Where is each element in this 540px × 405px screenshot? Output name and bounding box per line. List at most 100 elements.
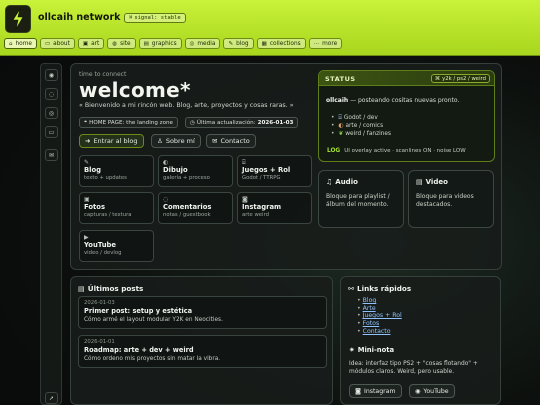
- post-excerpt: Cómo ordeno mis proyectos sin matar la v…: [84, 356, 221, 362]
- rss-icon[interactable]: ◉: [45, 69, 58, 81]
- video-panel: ▤ Video Bloque para videos destacados.: [408, 170, 494, 228]
- pencil-icon: ✎: [228, 40, 234, 47]
- link-arte[interactable]: Arte: [363, 305, 376, 312]
- tab-home[interactable]: ⌂ home: [4, 38, 37, 49]
- link-fotos[interactable]: Fotos: [363, 320, 380, 327]
- list-item: ❦weird / fanzines: [331, 130, 391, 138]
- pin-icon: ⌖: [84, 119, 88, 125]
- mini-note-title: ✷ Mini-nota: [349, 346, 395, 354]
- side-toolbar: ◉ ◌ ◎ ▭ ✉ ➚: [40, 63, 62, 405]
- homepage-chip: ⌖ HOME PAGE: the landing zone: [79, 117, 178, 128]
- tab-graphics[interactable]: ▤ graphics: [138, 38, 182, 49]
- card-youtube[interactable]: ▶ YouTube video / devlog: [79, 230, 154, 262]
- tab-site[interactable]: ◍ site: [107, 38, 136, 49]
- audio-header: ♫ Audio: [326, 178, 358, 186]
- tab-blog[interactable]: ✎ blog: [223, 38, 254, 49]
- lightning-bolt-icon[interactable]: [5, 5, 31, 33]
- dots-icon: ⋯: [313, 40, 320, 47]
- tab-collections[interactable]: ▦ collections: [256, 38, 306, 49]
- post-item[interactable]: 2026-01-03 Primer post: setup y estética…: [78, 296, 327, 329]
- update-chip: ◷ Última actualización: 2026-01-03: [185, 117, 299, 128]
- enter-blog-button[interactable]: ➜ Entrar al blog: [79, 134, 144, 148]
- status-panel: STATUS ⌘ y2k / ps2 / weird ollcaih — post…: [318, 70, 495, 162]
- list-item: ◐arte / comics: [331, 122, 391, 130]
- play-icon: ◉: [415, 387, 421, 395]
- gamepad-icon: ⌸: [338, 115, 342, 121]
- card-fotos[interactable]: ▣ Fotos capturas / textura: [79, 192, 154, 224]
- box-icon: ▦: [261, 40, 267, 47]
- card-juegos[interactable]: ⌸ Juegos + Rol Godot / TTRPG: [237, 155, 312, 187]
- card-instagram[interactable]: ◙ Instagram arte weird: [237, 192, 312, 224]
- audio-body: Bloque para playlist / álbum del momento…: [326, 193, 390, 208]
- log-tag: LOG: [327, 148, 341, 154]
- status-label: STATUS: [325, 75, 356, 83]
- post-item[interactable]: 2026-01-01 Roadmap: arte + dev + weird C…: [78, 335, 327, 368]
- posts-title: ▤ Últimos posts: [78, 284, 144, 293]
- picture-icon: ▤: [143, 40, 149, 47]
- tab-art[interactable]: ▣ art: [77, 38, 105, 49]
- post-excerpt: Cómo armé el layout modular Y2K en Neoci…: [84, 317, 223, 323]
- hero-subtitle: « Bienvenido a mi rincón web. Blog, arte…: [79, 102, 294, 109]
- status-tag: ⌘ y2k / ps2 / weird: [430, 74, 490, 83]
- youtube-button[interactable]: ◉ YouTube: [409, 384, 455, 398]
- palette-icon: ◐: [163, 159, 169, 166]
- audio-panel: ♫ Audio Bloque para playlist / álbum del …: [318, 170, 404, 228]
- id-card-icon: ▭: [44, 40, 51, 47]
- document-icon: ▤: [78, 284, 85, 293]
- signal-icon: ⌘: [434, 75, 441, 82]
- mail-icon[interactable]: ✉: [45, 149, 58, 161]
- main-nav: ⌂ home ▭ about ▣ art ◍ site ▤ graphics ◎ media…: [4, 38, 343, 49]
- video-body: Bloque para videos destacados.: [416, 193, 474, 208]
- gamepad-icon: ⌸: [242, 159, 246, 166]
- card-blog[interactable]: ✎ Blog texto + updates: [79, 155, 154, 187]
- post-title: Roadmap: arte + dev + weird: [84, 346, 194, 354]
- mini-note-body: Idea: interfaz tipo PS2 + "cosas flotand…: [349, 361, 478, 375]
- post-title: Primer post: setup y estética: [84, 307, 193, 315]
- link-juegos[interactable]: Juegos + Rol: [363, 312, 402, 319]
- film-icon: ▤: [416, 178, 423, 186]
- hero-kicker: time to connect: [79, 71, 127, 78]
- home-icon: ⌂: [9, 40, 13, 47]
- palette-icon: ◐: [338, 123, 344, 129]
- instagram-button[interactable]: ◙ Instagram: [349, 384, 402, 398]
- status-header: STATUS ⌘ y2k / ps2 / weird: [319, 71, 494, 86]
- chat-icon[interactable]: ◌: [45, 88, 58, 100]
- sparkle-icon: ✷: [349, 346, 355, 354]
- comment-icon: ◌: [163, 196, 169, 203]
- about-button[interactable]: ♙ Sobre mí: [151, 134, 201, 148]
- link-blog[interactable]: Blog: [363, 297, 377, 304]
- card-dibujo[interactable]: ◐ Dibujo galería + proceso: [158, 155, 233, 187]
- link-contacto[interactable]: Contacto: [363, 328, 391, 335]
- globe-icon: ◍: [112, 40, 118, 47]
- signal-icon: ⌘: [129, 15, 133, 21]
- signal-badge: ⌘ signal: stable: [124, 13, 186, 23]
- disc-icon: ◎: [189, 40, 195, 47]
- rocket-icon[interactable]: ➚: [45, 392, 58, 404]
- message-icon[interactable]: ▭: [45, 126, 58, 138]
- update-date: 2026-01-03: [257, 119, 294, 126]
- links-title: ⚯ Links rápidos: [348, 284, 412, 293]
- status-user: ollcaih: [326, 97, 349, 104]
- link-icon: ⚯: [348, 284, 355, 293]
- tab-about[interactable]: ▭ about: [39, 38, 75, 49]
- links-list: Blog Arte Juegos + Rol Fotos Contacto: [357, 297, 402, 336]
- arrow-right-icon: ➜: [85, 137, 91, 145]
- target-icon[interactable]: ◎: [45, 107, 58, 119]
- clock-icon: ◷: [190, 119, 195, 126]
- page-title: welcome*: [79, 78, 191, 102]
- site-title[interactable]: ollcaih network: [38, 12, 120, 23]
- post-date: 2026-01-03: [84, 300, 115, 306]
- video-header: ▤ Video: [416, 178, 448, 186]
- user-icon: ♙: [157, 137, 163, 145]
- camera-icon: ◙: [242, 196, 248, 203]
- play-icon: ▶: [84, 234, 89, 241]
- signal-text: signal: stable: [134, 15, 181, 21]
- status-list: ⌸Godot / dev ◐arte / comics ❦weird / fan…: [331, 114, 391, 138]
- tab-media[interactable]: ◎ media: [184, 38, 221, 49]
- card-comentarios[interactable]: ◌ Comentarios notas / guestbook: [158, 192, 233, 224]
- contact-button[interactable]: ✉ Contacto: [206, 134, 256, 148]
- tab-more[interactable]: ⋯ more: [308, 38, 343, 49]
- photo-icon: ▣: [84, 196, 90, 203]
- mail-icon: ✉: [212, 137, 218, 145]
- pencil-icon: ✎: [84, 159, 90, 166]
